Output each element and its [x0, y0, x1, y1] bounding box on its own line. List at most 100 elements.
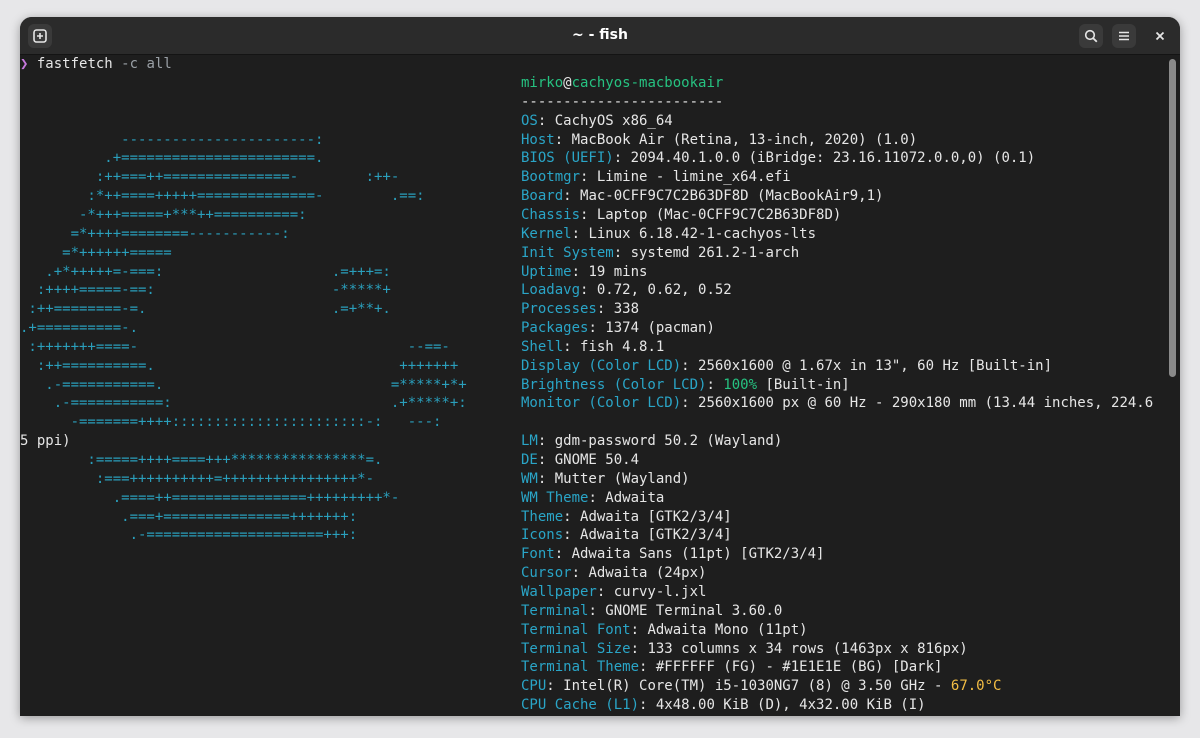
info-key: Wallpaper	[521, 583, 597, 600]
ascii-art-line: 5 ppi)	[20, 433, 71, 450]
scrollbar[interactable]	[1169, 59, 1176, 377]
info-value: GNOME 50.4	[554, 452, 640, 468]
terminal-window: ~ - fish ❯ fastfetch -c all ------------…	[20, 17, 1180, 716]
info-key: OS	[521, 112, 538, 129]
ascii-art-line: :*++====+++++==============- .==:	[20, 188, 425, 205]
info-colon: :	[563, 508, 581, 525]
window-title: ~ - fish	[572, 27, 628, 43]
info-key: Terminal Theme	[521, 659, 640, 676]
ascii-art-line: =*++++++=====	[20, 244, 172, 261]
user-host-line: mirko@cachyos-macbookair	[521, 74, 723, 93]
command-text: fastfetch	[36, 56, 113, 72]
info-key: Theme	[521, 508, 564, 525]
info-colon: :	[580, 169, 597, 186]
info-line: Display (Color LCD): 2560x1600 @ 1.67x i…	[521, 357, 1052, 376]
ascii-art-line: -----------------------:	[20, 131, 324, 148]
info-line: WM: Mutter (Wayland)	[521, 470, 690, 489]
info-value: Mac-0CFF9C7C2B63DF8D (MacBookAir9,1)	[580, 188, 884, 205]
info-line: Host: MacBook Air (Retina, 13-inch, 2020…	[521, 131, 917, 150]
info-value: curvy-l.jxl	[613, 583, 707, 600]
info-line: Monitor (Color LCD): 2560x1600 px @ 60 H…	[521, 394, 1153, 413]
close-icon	[1155, 31, 1165, 41]
ascii-art-line: :++========-=. .=+**+.	[20, 301, 391, 318]
info-key: Terminal Size	[521, 640, 631, 657]
info-key: Host	[521, 131, 555, 148]
ascii-art-line: =*++++========-----------:	[20, 225, 290, 242]
info-key: Kernel	[521, 225, 572, 242]
info-key: CPU	[521, 678, 547, 695]
info-line: Icons: Adwaita [GTK2/3/4]	[521, 526, 732, 545]
title-bar[interactable]: ~ - fish	[20, 17, 1180, 55]
info-line: Init System: systemd 261.2-1-arch	[521, 244, 799, 263]
info-key: Terminal Font	[521, 621, 631, 638]
info-line: Kernel: Linux 6.18.42-1-cachyos-lts	[521, 225, 816, 244]
hostname: cachyos-macbookair	[571, 75, 724, 91]
info-colon: :	[554, 131, 572, 148]
info-key: Loadavg	[521, 282, 581, 299]
info-colon: :	[630, 640, 648, 657]
info-value: MacBook Air (Retina, 13-inch, 2020) (1.0…	[571, 131, 918, 148]
info-colon: :	[563, 527, 581, 544]
ascii-art-line: .-=====================+++:	[20, 527, 358, 544]
info-value: 1374 (pacman)	[605, 320, 715, 337]
prompt-line: ❯ fastfetch -c all	[20, 55, 172, 74]
info-value-highlight: 67.0°C	[950, 678, 1002, 695]
info-value: GNOME Terminal 3.60.0	[605, 602, 783, 619]
info-key: Font	[521, 546, 555, 563]
menu-button[interactable]	[1112, 24, 1136, 48]
info-value-highlight: 100%	[723, 376, 758, 393]
info-key: CPU Cache (L1)	[521, 697, 640, 714]
info-line: DE: GNOME 50.4	[521, 451, 639, 470]
info-key: Packages	[521, 320, 589, 337]
ascii-art-line: -*+++=====+***++==========:	[20, 206, 307, 223]
close-button[interactable]	[1148, 24, 1172, 48]
info-value: [Built-in]	[757, 376, 850, 393]
info-value: 2560x1600 @ 1.67x in 13", 60 Hz [Built-i…	[698, 357, 1053, 374]
info-value: Linux 6.18.42-1-cachyos-lts	[588, 225, 817, 242]
at-sign: @	[563, 75, 572, 91]
info-value: Intel(R) Core(TM) i5-1030NG7 (8) @ 3.50 …	[563, 678, 951, 695]
info-value: 133 columns x 34 rows (1463px x 816px)	[647, 640, 968, 657]
info-colon: :	[563, 188, 581, 205]
info-key: Chassis	[521, 206, 581, 223]
info-value: 2560x1600 px @ 60 Hz - 290x180 mm (13.44…	[698, 395, 1154, 412]
search-icon	[1084, 29, 1098, 43]
info-key: Shell	[521, 338, 564, 355]
info-key: Terminal	[521, 602, 589, 619]
info-value: 338	[613, 301, 640, 318]
ascii-art-line: :===++++++++++=++++++++++++++++*-	[20, 470, 375, 487]
info-colon: :	[639, 697, 656, 714]
ascii-art-line: .===+===============+++++++:	[20, 508, 358, 525]
info-line: Brightness (Color LCD): 100% [Built-in]	[521, 376, 850, 395]
info-colon: :	[571, 263, 589, 280]
ascii-art-line: :+++++++====- --==-	[20, 338, 450, 355]
info-line: CPU Cache (L1): 4x48.00 KiB (D), 4x32.00…	[521, 696, 926, 715]
info-colon: :	[613, 244, 631, 261]
info-key: Uptime	[521, 263, 572, 280]
info-key: Monitor (Color LCD)	[521, 395, 682, 412]
info-value: 19 mins	[588, 263, 648, 280]
info-line: BIOS (UEFI): 2094.40.1.0.0 (iBridge: 23.…	[521, 149, 1035, 168]
info-colon: :	[706, 376, 724, 393]
info-value: CachyOS x86_64	[554, 112, 673, 129]
info-colon: :	[639, 659, 656, 676]
info-key: Display (Color LCD)	[521, 357, 682, 374]
info-colon: :	[537, 112, 555, 129]
info-line: Cursor: Adwaita (24px)	[521, 564, 706, 583]
info-key: DE	[521, 452, 538, 468]
info-colon: :	[681, 357, 699, 374]
info-value: Adwaita [GTK2/3/4]	[580, 527, 732, 544]
terminal-content[interactable]: ❯ fastfetch -c all ---------------------…	[20, 55, 1180, 716]
info-line: Shell: fish 4.8.1	[521, 338, 664, 357]
info-line: CPU: Intel(R) Core(TM) i5-1030NG7 (8) @ …	[521, 677, 1001, 696]
info-line: Theme: Adwaita [GTK2/3/4]	[521, 508, 732, 527]
info-value: Limine - limine_x64.efi	[596, 169, 791, 186]
info-value: 4x48.00 KiB (D), 4x32.00 KiB (I)	[655, 697, 926, 714]
info-colon: :	[588, 489, 606, 506]
info-line: Bootmgr: Limine - limine_x64.efi	[521, 168, 791, 187]
prompt-symbol: ❯	[20, 56, 29, 72]
info-line: Wallpaper: curvy-l.jxl	[521, 583, 706, 602]
search-button[interactable]	[1079, 24, 1103, 48]
separator-line: ------------------------	[521, 93, 724, 110]
info-line: Board: Mac-0CFF9C7C2B63DF8D (MacBookAir9…	[521, 187, 883, 206]
